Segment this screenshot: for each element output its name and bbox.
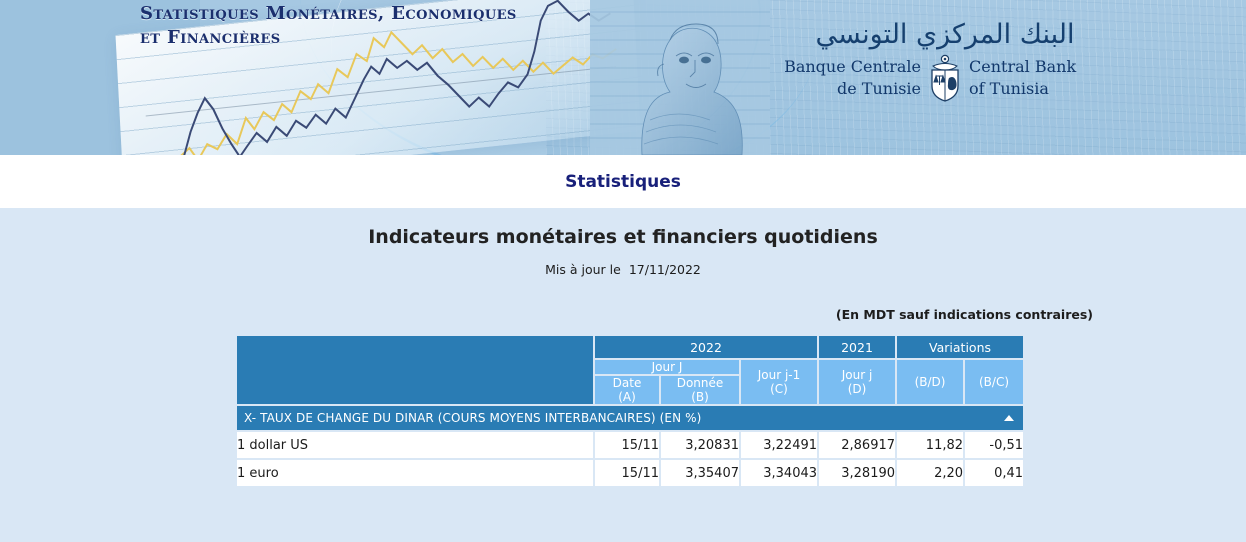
column-jour-j-d-line2: (D) <box>847 382 867 396</box>
bank-name-english-line1: Central Bank <box>969 57 1077 76</box>
document-title: Indicateurs monétaires et financiers quo… <box>368 226 878 248</box>
column-group-variations: Variations <box>897 336 1024 358</box>
last-updated: Mis à jour le 17/11/2022 <box>0 262 1246 277</box>
cell-jour-j1-c: 3,34043 <box>741 460 818 486</box>
cell-date-a: 15/11 <box>595 432 659 458</box>
indicators-table: 2022 2021 Variations Jour J Jour j-1 (C)… <box>235 334 1025 488</box>
table-head-row-groups: 2022 2021 Variations <box>237 336 1024 404</box>
table-body: X- TAUX DE CHANGE DU DINAR (COURS MOYENS… <box>237 406 1024 486</box>
bank-name-french-line1: Banque Centrale <box>784 57 921 76</box>
column-group-2021: 2021 <box>819 336 896 358</box>
triangle-up-icon[interactable] <box>1004 415 1015 421</box>
banner-title-line2: et Financières <box>140 27 281 48</box>
bank-logo: البنك المركزي التونسي Banque Centrale de… <box>735 18 1155 102</box>
last-updated-label: Mis à jour le <box>545 262 621 277</box>
cell-donnee-b: 3,20831 <box>661 432 739 458</box>
page-title-bar: Statistiques <box>0 155 1246 208</box>
bank-crest-icon <box>931 54 959 102</box>
banner-title: Statistiques Monétaires, Economiques et … <box>140 2 610 50</box>
column-date-a-line1: Date <box>612 376 642 390</box>
cell-variation-bd: 2,20 <box>897 460 964 486</box>
cell-variation-bc: -0,51 <box>965 432 1024 458</box>
bank-name-english: Central Bank of Tunisia <box>969 56 1119 100</box>
bank-name-french-line2: de Tunisie <box>837 79 921 98</box>
section-header-cell[interactable]: X- TAUX DE CHANGE DU DINAR (COURS MOYENS… <box>237 406 1024 430</box>
column-jour-j-d-line1: Jour j <box>841 368 873 382</box>
bank-name-latin: Banque Centrale de Tunisie Central Bank … <box>735 54 1155 102</box>
column-donnee-b-line1: Donnée <box>676 376 724 390</box>
section-header-label: X- TAUX DE CHANGE DU DINAR (COURS MOYENS… <box>244 411 702 425</box>
column-jour-j1-c-line2: (C) <box>770 382 788 396</box>
banner-title-line1: Statistiques Monétaires, Economiques <box>140 3 517 24</box>
column-date-a-line2: (A) <box>618 390 636 404</box>
table-head: 2022 2021 Variations Jour J Jour j-1 (C)… <box>237 336 1024 404</box>
column-donnee-b: Donnée (B) <box>661 376 739 404</box>
last-updated-date: 17/11/2022 <box>628 262 701 277</box>
column-variation-bd: (B/D) <box>897 360 964 404</box>
main-content: Indicateurs monétaires et financiers quo… <box>0 208 1246 488</box>
column-donnee-b-line2: (B) <box>691 390 709 404</box>
cell-donnee-b: 3,35407 <box>661 460 739 486</box>
column-jour-j1-c-line1: Jour j-1 <box>757 368 801 382</box>
page-title: Statistiques <box>565 171 681 192</box>
site-banner: Statistiques Monétaires, Economiques et … <box>0 0 1246 155</box>
table-corner-blank <box>237 336 593 404</box>
cell-date-a: 15/11 <box>595 460 659 486</box>
cell-variation-bd: 11,82 <box>897 432 964 458</box>
table-row: 1 euro 15/11 3,35407 3,34043 3,28190 2,2… <box>237 460 1024 486</box>
bank-name-french: Banque Centrale de Tunisie <box>771 56 921 100</box>
row-label: 1 dollar US <box>237 432 593 458</box>
bank-name-english-line2: of Tunisia <box>969 79 1049 98</box>
table-row: 1 dollar US 15/11 3,20831 3,22491 2,8691… <box>237 432 1024 458</box>
column-jour-j: Jour J <box>595 360 739 374</box>
column-jour-j1-c: Jour j-1 (C) <box>741 360 818 404</box>
bank-name-arabic: البنك المركزي التونسي <box>815 19 1075 50</box>
cell-jour-j-d: 2,86917 <box>819 432 896 458</box>
column-group-2022: 2022 <box>595 336 818 358</box>
indicators-table-wrapper: 2022 2021 Variations Jour J Jour j-1 (C)… <box>235 334 1024 488</box>
cell-jour-j1-c: 3,22491 <box>741 432 818 458</box>
row-label: 1 euro <box>237 460 593 486</box>
cell-variation-bc: 0,41 <box>965 460 1024 486</box>
column-variation-bc: (B/C) <box>965 360 1024 404</box>
unit-note: (En MDT sauf indications contraires) <box>835 307 1093 322</box>
column-date-a: Date (A) <box>595 376 659 404</box>
column-jour-j-d: Jour j (D) <box>819 360 896 404</box>
cell-jour-j-d: 3,28190 <box>819 460 896 486</box>
section-header-row[interactable]: X- TAUX DE CHANGE DU DINAR (COURS MOYENS… <box>237 406 1024 430</box>
